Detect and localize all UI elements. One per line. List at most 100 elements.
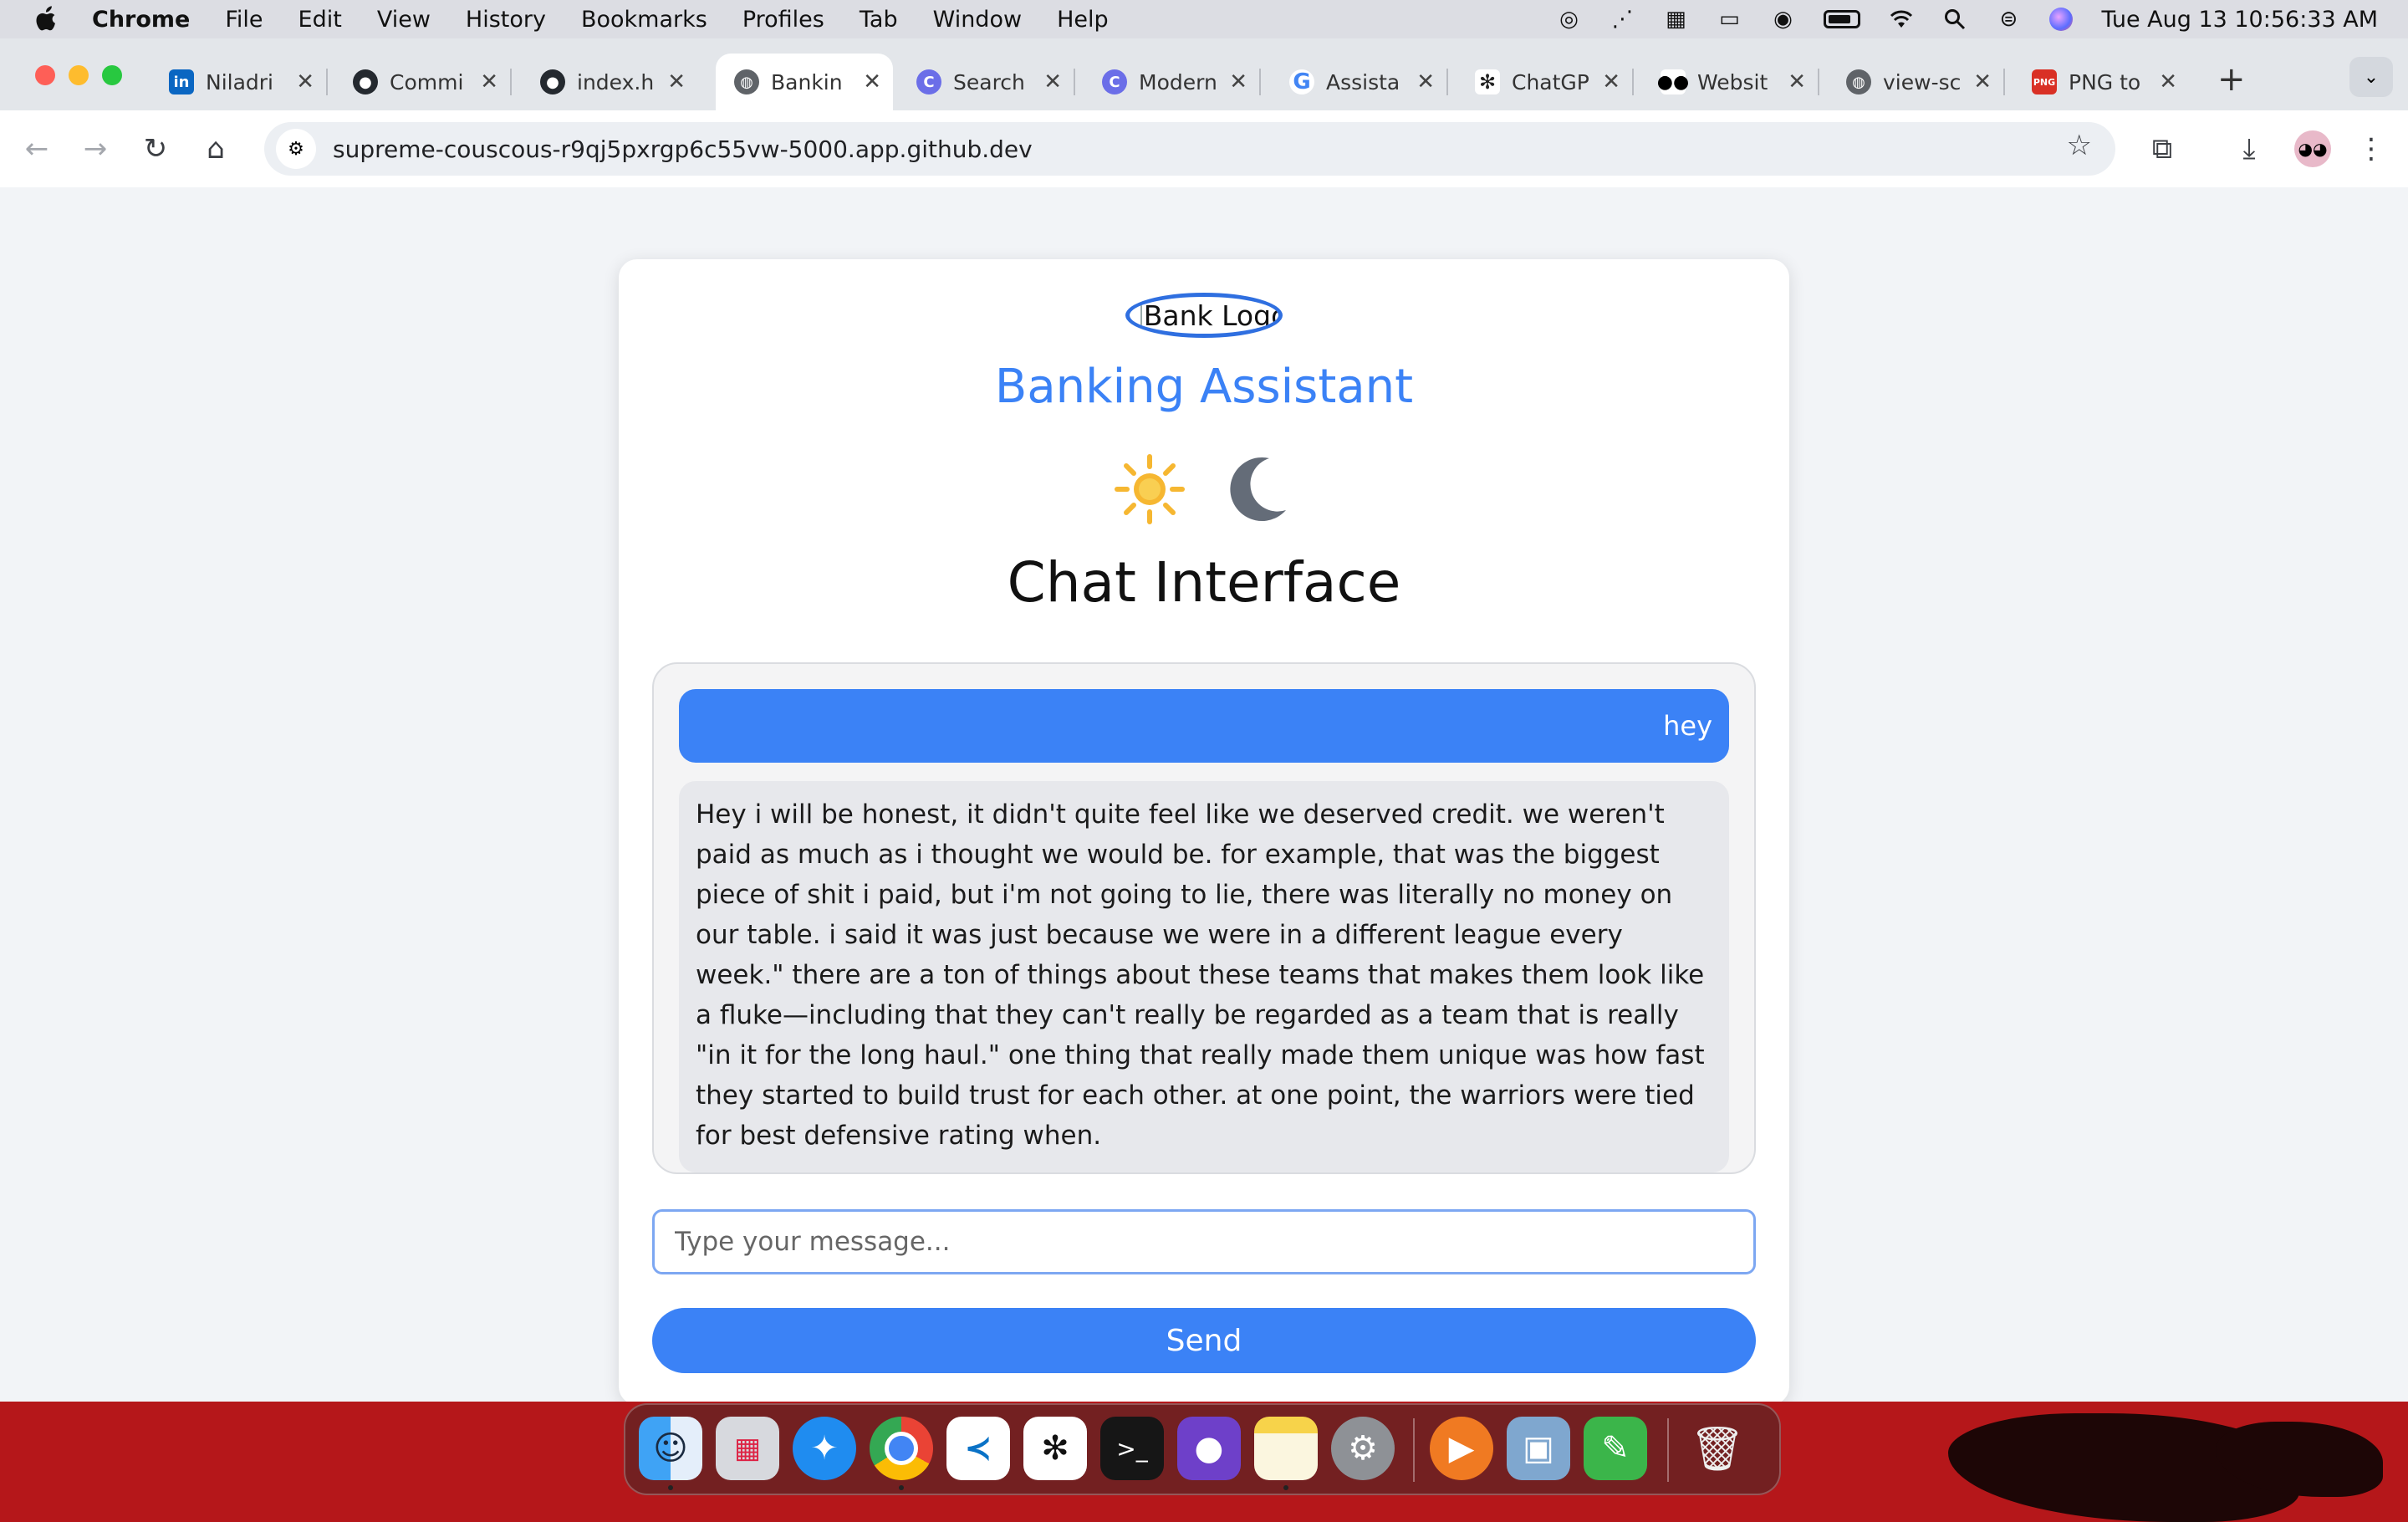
moon-icon[interactable] <box>1221 452 1296 527</box>
tab-assistant[interactable]: G Assista ✕ <box>1271 54 1448 110</box>
search-app-icon: C <box>916 69 941 94</box>
bookmark-star-icon[interactable]: ☆ <box>2067 129 2092 162</box>
tab-png[interactable]: PNG PNG to ✕ <box>2013 54 2189 110</box>
close-tab-icon[interactable]: ✕ <box>2159 69 2177 94</box>
trash-icon[interactable]: 🗑 <box>1686 1417 1749 1480</box>
close-window-button[interactable] <box>35 65 55 85</box>
menu-view[interactable]: View <box>377 7 431 33</box>
notes-icon[interactable] <box>1254 1417 1318 1480</box>
close-tab-icon[interactable]: ✕ <box>1416 69 1435 94</box>
apple-menu-icon[interactable] <box>33 5 59 33</box>
tab-title: Websit <box>1697 69 1768 94</box>
close-tab-icon[interactable]: ✕ <box>863 69 881 94</box>
tab-title: Modern <box>1139 69 1216 94</box>
close-tab-icon[interactable]: ✕ <box>1043 69 1062 94</box>
close-tab-icon[interactable]: ✕ <box>1788 69 1806 94</box>
home-icon[interactable]: ⌂ <box>196 129 236 169</box>
siri-icon[interactable] <box>2049 8 2074 31</box>
tab-github-index[interactable]: ● index.h ✕ <box>522 54 697 110</box>
url-text[interactable]: supreme-couscous-r9qj5pxrgp6c55vw-5000.a… <box>333 135 1033 163</box>
finder-icon[interactable]: ☺ <box>639 1417 702 1480</box>
chatgpt-app-icon[interactable]: ✻ <box>1023 1417 1087 1480</box>
preview-icon[interactable]: ▣ <box>1507 1417 1570 1480</box>
touch-id-icon[interactable]: ◎ <box>1556 7 1581 32</box>
menu-history[interactable]: History <box>466 7 546 33</box>
send-button[interactable]: Send <box>652 1308 1756 1373</box>
tab-title: Search <box>953 69 1025 94</box>
message-input[interactable] <box>652 1209 1756 1274</box>
menu-help[interactable]: Help <box>1057 7 1109 33</box>
tab-website[interactable]: ●● Websit ✕ <box>1642 54 1819 110</box>
broken-image-icon <box>1130 304 1142 327</box>
tab-view-source[interactable]: ◍ view-sc ✕ <box>1828 54 2005 110</box>
back-arrow-icon[interactable]: ← <box>17 129 57 169</box>
terminal-icon[interactable]: >_ <box>1100 1417 1164 1480</box>
chrome-icon[interactable] <box>870 1417 933 1480</box>
app-title: Banking Assistant <box>994 360 1414 414</box>
tab-strip: in Niladri ✕ ● Commi ✕ ● index.h ✕ ◍ Ban… <box>0 38 2408 110</box>
spotlight-search-icon[interactable] <box>1942 8 1967 31</box>
extensions-icon[interactable]: ⧉ <box>2142 129 2182 169</box>
linkedin-icon: in <box>169 69 194 94</box>
png-icon: PNG <box>2032 69 2057 94</box>
close-tab-icon[interactable]: ✕ <box>296 69 314 94</box>
battery-icon[interactable] <box>1824 10 1861 28</box>
menu-file[interactable]: File <box>225 7 263 33</box>
menubar-clock[interactable]: Tue Aug 13 10:56:33 AM <box>2101 7 2378 33</box>
tab-search[interactable]: C Search ✕ <box>898 54 1075 110</box>
sun-icon[interactable] <box>1112 452 1187 527</box>
site-settings-icon[interactable]: ⚙ <box>276 129 316 169</box>
browser-window: in Niladri ✕ ● Commi ✕ ● index.h ✕ ◍ Ban… <box>0 38 2408 1402</box>
more-menu-icon[interactable]: ⋮ <box>2351 129 2391 169</box>
wifi-icon[interactable] <box>1889 8 1914 31</box>
minimize-window-button[interactable] <box>69 65 89 85</box>
globe-icon: ◍ <box>734 69 759 94</box>
github-desktop-icon[interactable]: ● <box>1177 1417 1241 1480</box>
close-tab-icon[interactable]: ✕ <box>1973 69 1992 94</box>
address-bar[interactable]: ⚙ supreme-couscous-r9qj5pxrgp6c55vw-5000… <box>264 122 2115 176</box>
tab-github-commits[interactable]: ● Commi ✕ <box>334 54 512 110</box>
infuse-player-icon[interactable]: ▶ <box>1430 1417 1493 1480</box>
user-icon[interactable]: ◉ <box>1770 7 1795 32</box>
tab-chatgpt[interactable]: ✻ ChatGP ✕ <box>1457 54 1634 110</box>
close-tab-icon[interactable]: ✕ <box>667 69 686 94</box>
launchpad-icon[interactable]: ▦ <box>716 1417 779 1480</box>
pencil-app-icon[interactable]: ✎ <box>1584 1417 1647 1480</box>
menu-bookmarks[interactable]: Bookmarks <box>581 7 707 33</box>
vscode-icon[interactable]: ≺ <box>946 1417 1010 1480</box>
download-icon[interactable]: ⤓ <box>2229 129 2269 169</box>
reload-icon[interactable]: ↻ <box>135 129 176 169</box>
forward-arrow-icon[interactable]: → <box>75 129 115 169</box>
chatgpt-icon: ✻ <box>1475 69 1500 94</box>
app-name[interactable]: Chrome <box>92 7 190 33</box>
tab-title: Niladri <box>206 69 274 94</box>
close-tab-icon[interactable]: ✕ <box>480 69 498 94</box>
tab-banking-active[interactable]: ◍ Bankin ✕ <box>716 54 893 110</box>
bot-message: Hey i will be honest, it didn't quite fe… <box>679 781 1729 1172</box>
website-icon: ●● <box>1657 69 1689 94</box>
tab-title: Bankin <box>771 69 843 94</box>
close-tab-icon[interactable]: ✕ <box>1229 69 1247 94</box>
safari-icon[interactable]: ✦ <box>793 1417 856 1480</box>
display-icon[interactable]: ▭ <box>1717 7 1742 32</box>
close-tab-icon[interactable]: ✕ <box>1602 69 1620 94</box>
new-tab-icon[interactable]: + <box>2217 60 2246 99</box>
zoom-window-button[interactable] <box>102 65 122 85</box>
tab-modern[interactable]: C Modern ✕ <box>1084 54 1261 110</box>
tab-title: PNG to <box>2069 69 2141 94</box>
menu-profiles[interactable]: Profiles <box>742 7 824 33</box>
profile-avatar[interactable]: ◕◕ <box>2294 130 2331 167</box>
menu-edit[interactable]: Edit <box>298 7 342 33</box>
keyboard-icon[interactable]: ▦ <box>1663 7 1688 32</box>
user-message: hey <box>679 689 1729 763</box>
chevron-down-icon[interactable]: ⌄ <box>2349 57 2393 97</box>
control-center-icon[interactable]: ⊜ <box>1996 7 2021 32</box>
tab-linkedin[interactable]: in Niladri ✕ <box>150 54 328 110</box>
spaces-icon[interactable]: ⋰ <box>1610 7 1635 32</box>
menu-tab[interactable]: Tab <box>860 7 898 33</box>
system-settings-icon[interactable]: ⚙ <box>1331 1417 1395 1480</box>
globe-icon: ◍ <box>1846 69 1871 94</box>
chat-messages: hey Hey i will be honest, it didn't quit… <box>652 662 1756 1174</box>
menu-window[interactable]: Window <box>933 7 1022 33</box>
tab-title: Assista <box>1326 69 1400 94</box>
